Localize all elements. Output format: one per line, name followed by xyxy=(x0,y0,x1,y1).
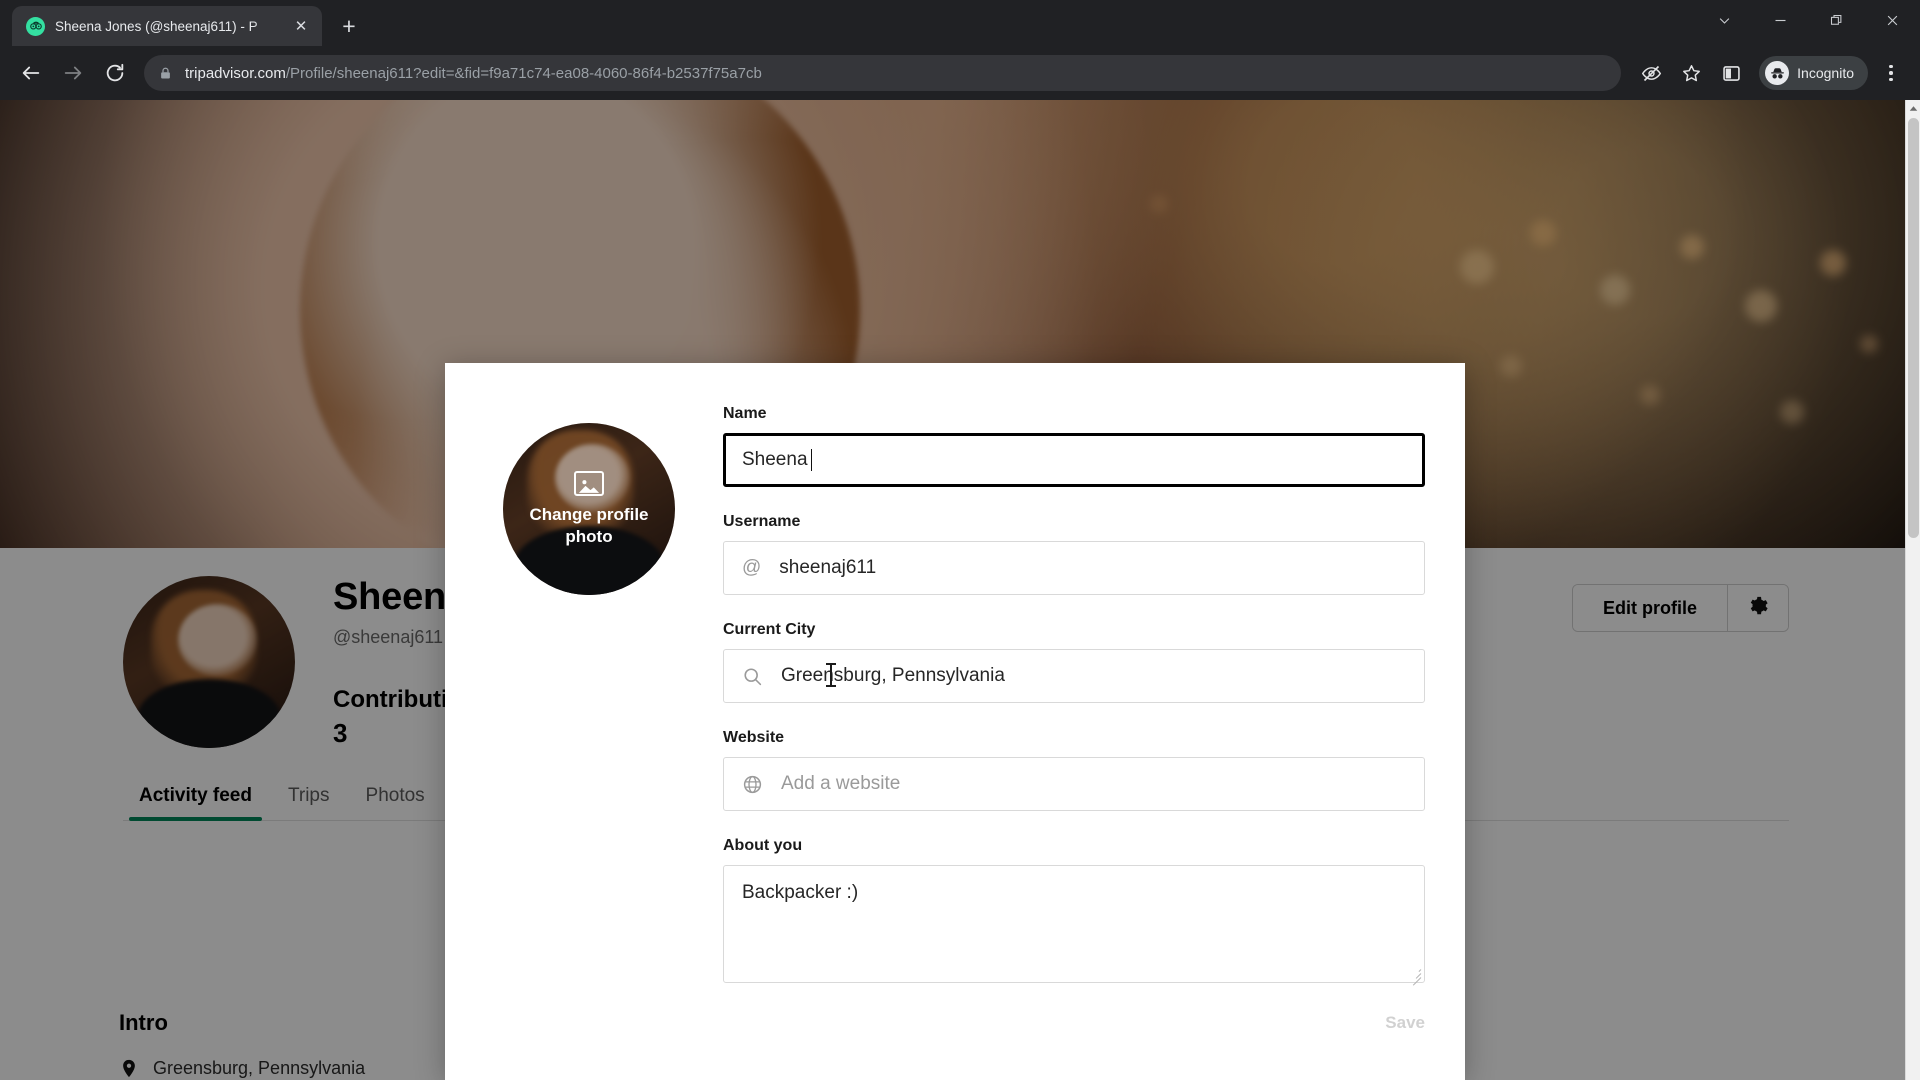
window-controls xyxy=(1696,0,1920,40)
scrollbar-thumb[interactable] xyxy=(1908,118,1919,538)
tab-title: Sheena Jones (@sheenaj611) - P xyxy=(55,18,258,34)
about-you-label: About you xyxy=(723,837,803,854)
edit-profile-modal: Change profile photo Name Sheena Usernam… xyxy=(445,363,1465,1080)
three-dot-menu-icon[interactable] xyxy=(1874,64,1908,82)
forward-icon[interactable] xyxy=(54,54,92,92)
current-city-label: Current City xyxy=(723,621,816,638)
username-input-value: sheenaj611 xyxy=(779,557,877,578)
incognito-label: Incognito xyxy=(1797,65,1854,81)
address-bar-url: tripadvisor.com/Profile/sheenaj611?edit=… xyxy=(185,65,762,82)
browser-tab[interactable]: Sheena Jones (@sheenaj611) - P ✕ xyxy=(12,6,322,46)
tripadvisor-owl-icon xyxy=(26,16,45,36)
field-website: Website Add a website xyxy=(723,729,1425,811)
toolbar-icons: Incognito xyxy=(1633,55,1908,91)
textarea-resize-handle[interactable] xyxy=(1409,967,1422,986)
eye-off-icon[interactable] xyxy=(1633,55,1669,91)
address-bar[interactable]: tripadvisor.com/Profile/sheenaj611?edit=… xyxy=(144,55,1622,91)
change-profile-photo-button[interactable]: Change profile photo xyxy=(503,423,675,595)
field-username: Username @ sheenaj611 xyxy=(723,513,1425,595)
field-current-city: Current City Greensburg, Pennsylvania xyxy=(723,621,1425,703)
website-label: Website xyxy=(723,729,785,746)
tab-strip: Sheena Jones (@sheenaj611) - P ✕ + xyxy=(0,0,1920,46)
back-icon[interactable] xyxy=(12,54,50,92)
text-caret xyxy=(810,449,813,471)
browser-toolbar: tripadvisor.com/Profile/sheenaj611?edit=… xyxy=(0,46,1920,100)
browser-window: Sheena Jones (@sheenaj611) - P ✕ + tripa… xyxy=(0,0,1920,1080)
scroll-up-arrow-icon[interactable] xyxy=(1906,100,1920,116)
star-icon[interactable] xyxy=(1673,55,1709,91)
incognito-icon xyxy=(1765,61,1790,85)
tab-close-icon[interactable]: ✕ xyxy=(290,15,312,37)
name-label: Name xyxy=(723,405,767,422)
field-about-you: About you Backpacker :) xyxy=(723,837,1425,986)
page-viewport: Sheena J @sheenaj611 Contributio 3 Edit … xyxy=(0,100,1920,1080)
name-input[interactable]: Sheena xyxy=(723,433,1425,487)
maximize-icon[interactable] xyxy=(1808,0,1864,40)
close-icon[interactable] xyxy=(1864,0,1920,40)
new-tab-button[interactable]: + xyxy=(332,9,366,43)
current-city-input[interactable]: Greensburg, Pennsylvania xyxy=(723,649,1425,703)
modal-footer: Save xyxy=(445,1009,1465,1033)
side-panel-icon[interactable] xyxy=(1713,55,1749,91)
website-input[interactable]: Add a website xyxy=(723,757,1425,811)
page-scrollbar[interactable] xyxy=(1905,100,1920,1080)
search-icon xyxy=(742,666,763,687)
change-profile-photo-label: Change profile photo xyxy=(529,505,649,546)
about-you-value: Backpacker :) xyxy=(742,882,859,903)
globe-icon xyxy=(742,774,763,795)
about-you-textarea[interactable]: Backpacker :) xyxy=(723,865,1425,986)
reload-icon[interactable] xyxy=(96,54,134,92)
current-city-input-value: Greensburg, Pennsylvania xyxy=(781,665,1005,686)
incognito-indicator[interactable]: Incognito xyxy=(1759,56,1868,90)
at-symbol-icon: @ xyxy=(742,557,762,578)
modal-form: Name Sheena Username @ sheenaj611 Curren… xyxy=(693,405,1425,1009)
save-button[interactable]: Save xyxy=(1385,1013,1425,1033)
url-domain: tripadvisor.com xyxy=(185,64,286,82)
minimize-icon[interactable] xyxy=(1752,0,1808,40)
image-icon xyxy=(574,471,604,497)
username-label: Username xyxy=(723,513,801,530)
url-path: /Profile/sheenaj611?edit=&fid=f9a71c74-e… xyxy=(285,64,762,82)
name-input-value: Sheena xyxy=(742,449,808,470)
tab-search-icon[interactable] xyxy=(1696,0,1752,40)
website-input-placeholder: Add a website xyxy=(781,773,901,794)
field-name: Name Sheena xyxy=(723,405,1425,487)
lock-icon xyxy=(158,66,173,81)
username-input[interactable]: @ sheenaj611 xyxy=(723,541,1425,595)
modal-avatar-column: Change profile photo xyxy=(485,405,693,1009)
